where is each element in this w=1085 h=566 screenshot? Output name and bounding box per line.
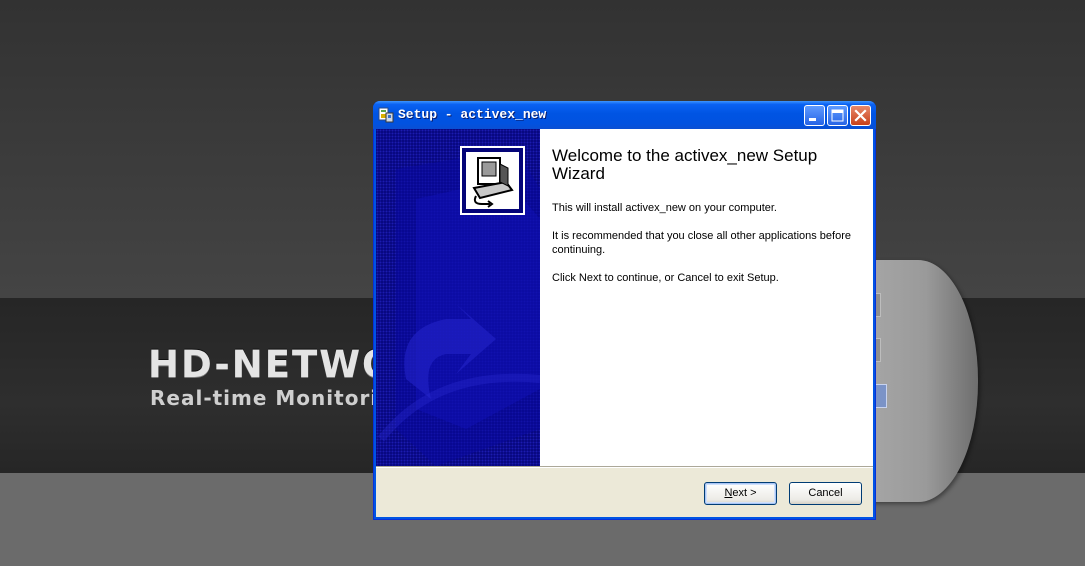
continue-instructions: Click Next to continue, or Cancel to exi…	[552, 272, 779, 284]
wizard-content: Welcome to the activex_new Setup Wizard …	[540, 129, 873, 466]
minimize-icon	[809, 118, 816, 121]
window-title: Setup - activex_new	[398, 107, 547, 122]
cancel-button[interactable]: Cancel	[789, 482, 862, 505]
maximize-icon	[831, 109, 844, 122]
window-client-area: Welcome to the activex_new Setup Wizard …	[376, 129, 873, 517]
title-bar[interactable]: Setup - activex_new	[373, 101, 876, 129]
close-button[interactable]	[850, 105, 871, 126]
next-button[interactable]: Next >	[704, 482, 777, 505]
minimize-button[interactable]	[804, 105, 825, 126]
button-area-divider	[376, 466, 873, 468]
install-description: This will install activex_new on your co…	[552, 202, 777, 214]
maximize-button[interactable]	[827, 105, 848, 126]
brand-title: HD-NETWO	[148, 343, 396, 386]
next-label: ext >	[732, 487, 757, 499]
brand-subtitle: Real-time Monitorin	[150, 386, 394, 410]
setup-window: Setup - activex_new Welcome to the activ…	[373, 101, 876, 520]
welcome-heading: Welcome to the activex_new Setup Wizard	[552, 146, 818, 183]
computer-install-icon	[472, 157, 514, 208]
close-icon	[854, 109, 867, 122]
close-apps-recommendation: It is recommended that you close all oth…	[552, 230, 851, 256]
installer-icon	[460, 146, 525, 215]
wizard-side-image	[376, 129, 540, 466]
setup-app-icon	[378, 107, 394, 123]
